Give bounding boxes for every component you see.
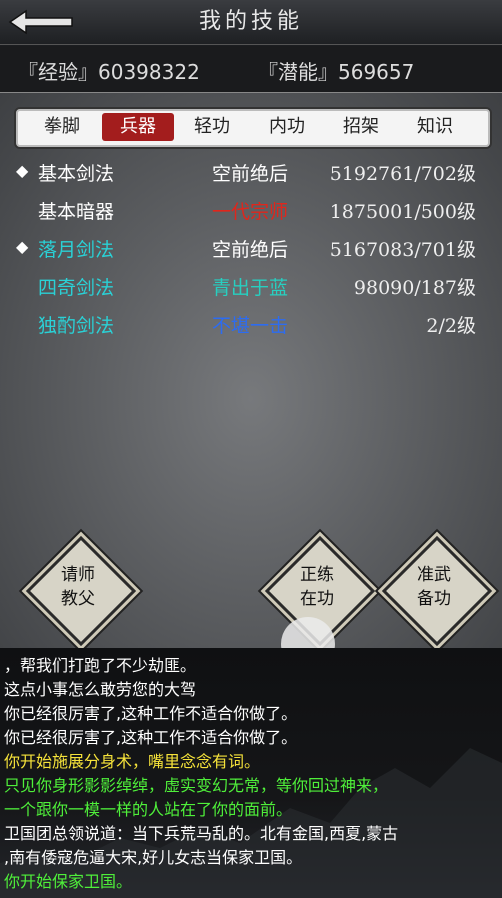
skill-name: 基本暗器 [38, 201, 115, 223]
skill-level-title: 一代宗师 [212, 201, 289, 223]
skill-row[interactable]: ◆ 基本剑法 空前绝后 5192761/702级 [0, 155, 502, 191]
skill-row[interactable]: ◆ 落月剑法 空前绝后 5167083/701级 [0, 231, 502, 267]
skill-name: 基本剑法 [38, 163, 115, 185]
skill-name: 落月剑法 [38, 239, 115, 261]
log-line: 一个跟你一模一样的人站在了你的面前。 [4, 800, 293, 819]
skill-name: 四奇剑法 [38, 277, 115, 299]
tab-lightness[interactable]: 轻功 [176, 113, 248, 141]
tab-fist[interactable]: 拳脚 [26, 113, 98, 141]
skill-progress: 5192761/702级 [329, 163, 476, 185]
teacher-button-label[interactable]: 请师 教父 [43, 563, 113, 611]
tab-internal[interactable]: 内功 [251, 113, 323, 141]
skills-panel: 拳脚 兵器 轻功 内功 招架 知识 ◆ 基本剑法 空前绝后 5192761/702级基… [0, 92, 502, 649]
skill-row[interactable]: 独酌剑法 不堪一击 2/2级 [0, 307, 502, 343]
tab-knowledge[interactable]: 知识 [399, 113, 471, 141]
exp-stat: 『经验』60398322 [18, 60, 200, 84]
potential-stat: 『潜能』569657 [258, 60, 415, 84]
skill-level-title: 青出于蓝 [212, 277, 289, 299]
skill-level-title: 空前绝后 [212, 239, 289, 261]
tab-parry[interactable]: 招架 [325, 113, 397, 141]
prepare-button-label[interactable]: 准武 备功 [399, 563, 469, 611]
skill-level-title: 不堪一击 [212, 315, 289, 337]
skill-progress: 98090/187级 [353, 277, 476, 299]
skill-progress: 5167083/701级 [329, 239, 476, 261]
log-line: 你已经很厉害了,这种工作不适合你做了。 [4, 704, 298, 723]
log-line: 你已经很厉害了,这种工作不适合你做了。 [4, 728, 298, 747]
log-line: 只见你身形影影绰绰，虚实变幻无常，等你回过神来， [4, 776, 389, 795]
skill-name: 独酌剑法 [38, 315, 115, 337]
skill-row[interactable]: 四奇剑法 青出于蓝 98090/187级 [0, 269, 502, 305]
skill-row[interactable]: 基本暗器 一代宗师 1875001/500级 [0, 193, 502, 229]
log-line: 你开始施展分身术，嘴里念念有词。 [4, 752, 261, 771]
stats-bar: 『经验』60398322 『潜能』569657 [0, 46, 502, 92]
skill-category-tabs: 拳脚 兵器 轻功 内功 招架 知识 [14, 107, 492, 149]
top-bar: 我的技能 [0, 0, 502, 45]
log-line: 你开始保家卫国。 [4, 872, 133, 891]
skill-level-title: 空前绝后 [212, 163, 289, 185]
skill-progress: 2/2级 [426, 315, 476, 337]
equipped-marker: ◆ [16, 237, 29, 256]
log-line: 卫国团总领说道：当下兵荒马乱的。北有金国,西夏,蒙古 [4, 824, 399, 843]
log-line: ,南有倭寇危逼大宋,好儿女志当保家卫国。 [4, 848, 303, 867]
tab-weapon[interactable]: 兵器 [102, 113, 174, 141]
skill-progress: 1875001/500级 [329, 201, 476, 223]
equipped-marker: ◆ [16, 161, 29, 180]
message-log: ，帮我们打跑了不少劫匪。 这点小事怎么敢劳您的大驾你已经很厉害了,这种工作不适合你… [0, 648, 502, 898]
log-line: ，帮我们打跑了不少劫匪。 [4, 656, 197, 675]
page-title: 我的技能 [198, 9, 303, 34]
practice-button-label[interactable]: 正练 在功 [282, 563, 352, 611]
log-line: 这点小事怎么敢劳您的大驾 [4, 680, 197, 699]
